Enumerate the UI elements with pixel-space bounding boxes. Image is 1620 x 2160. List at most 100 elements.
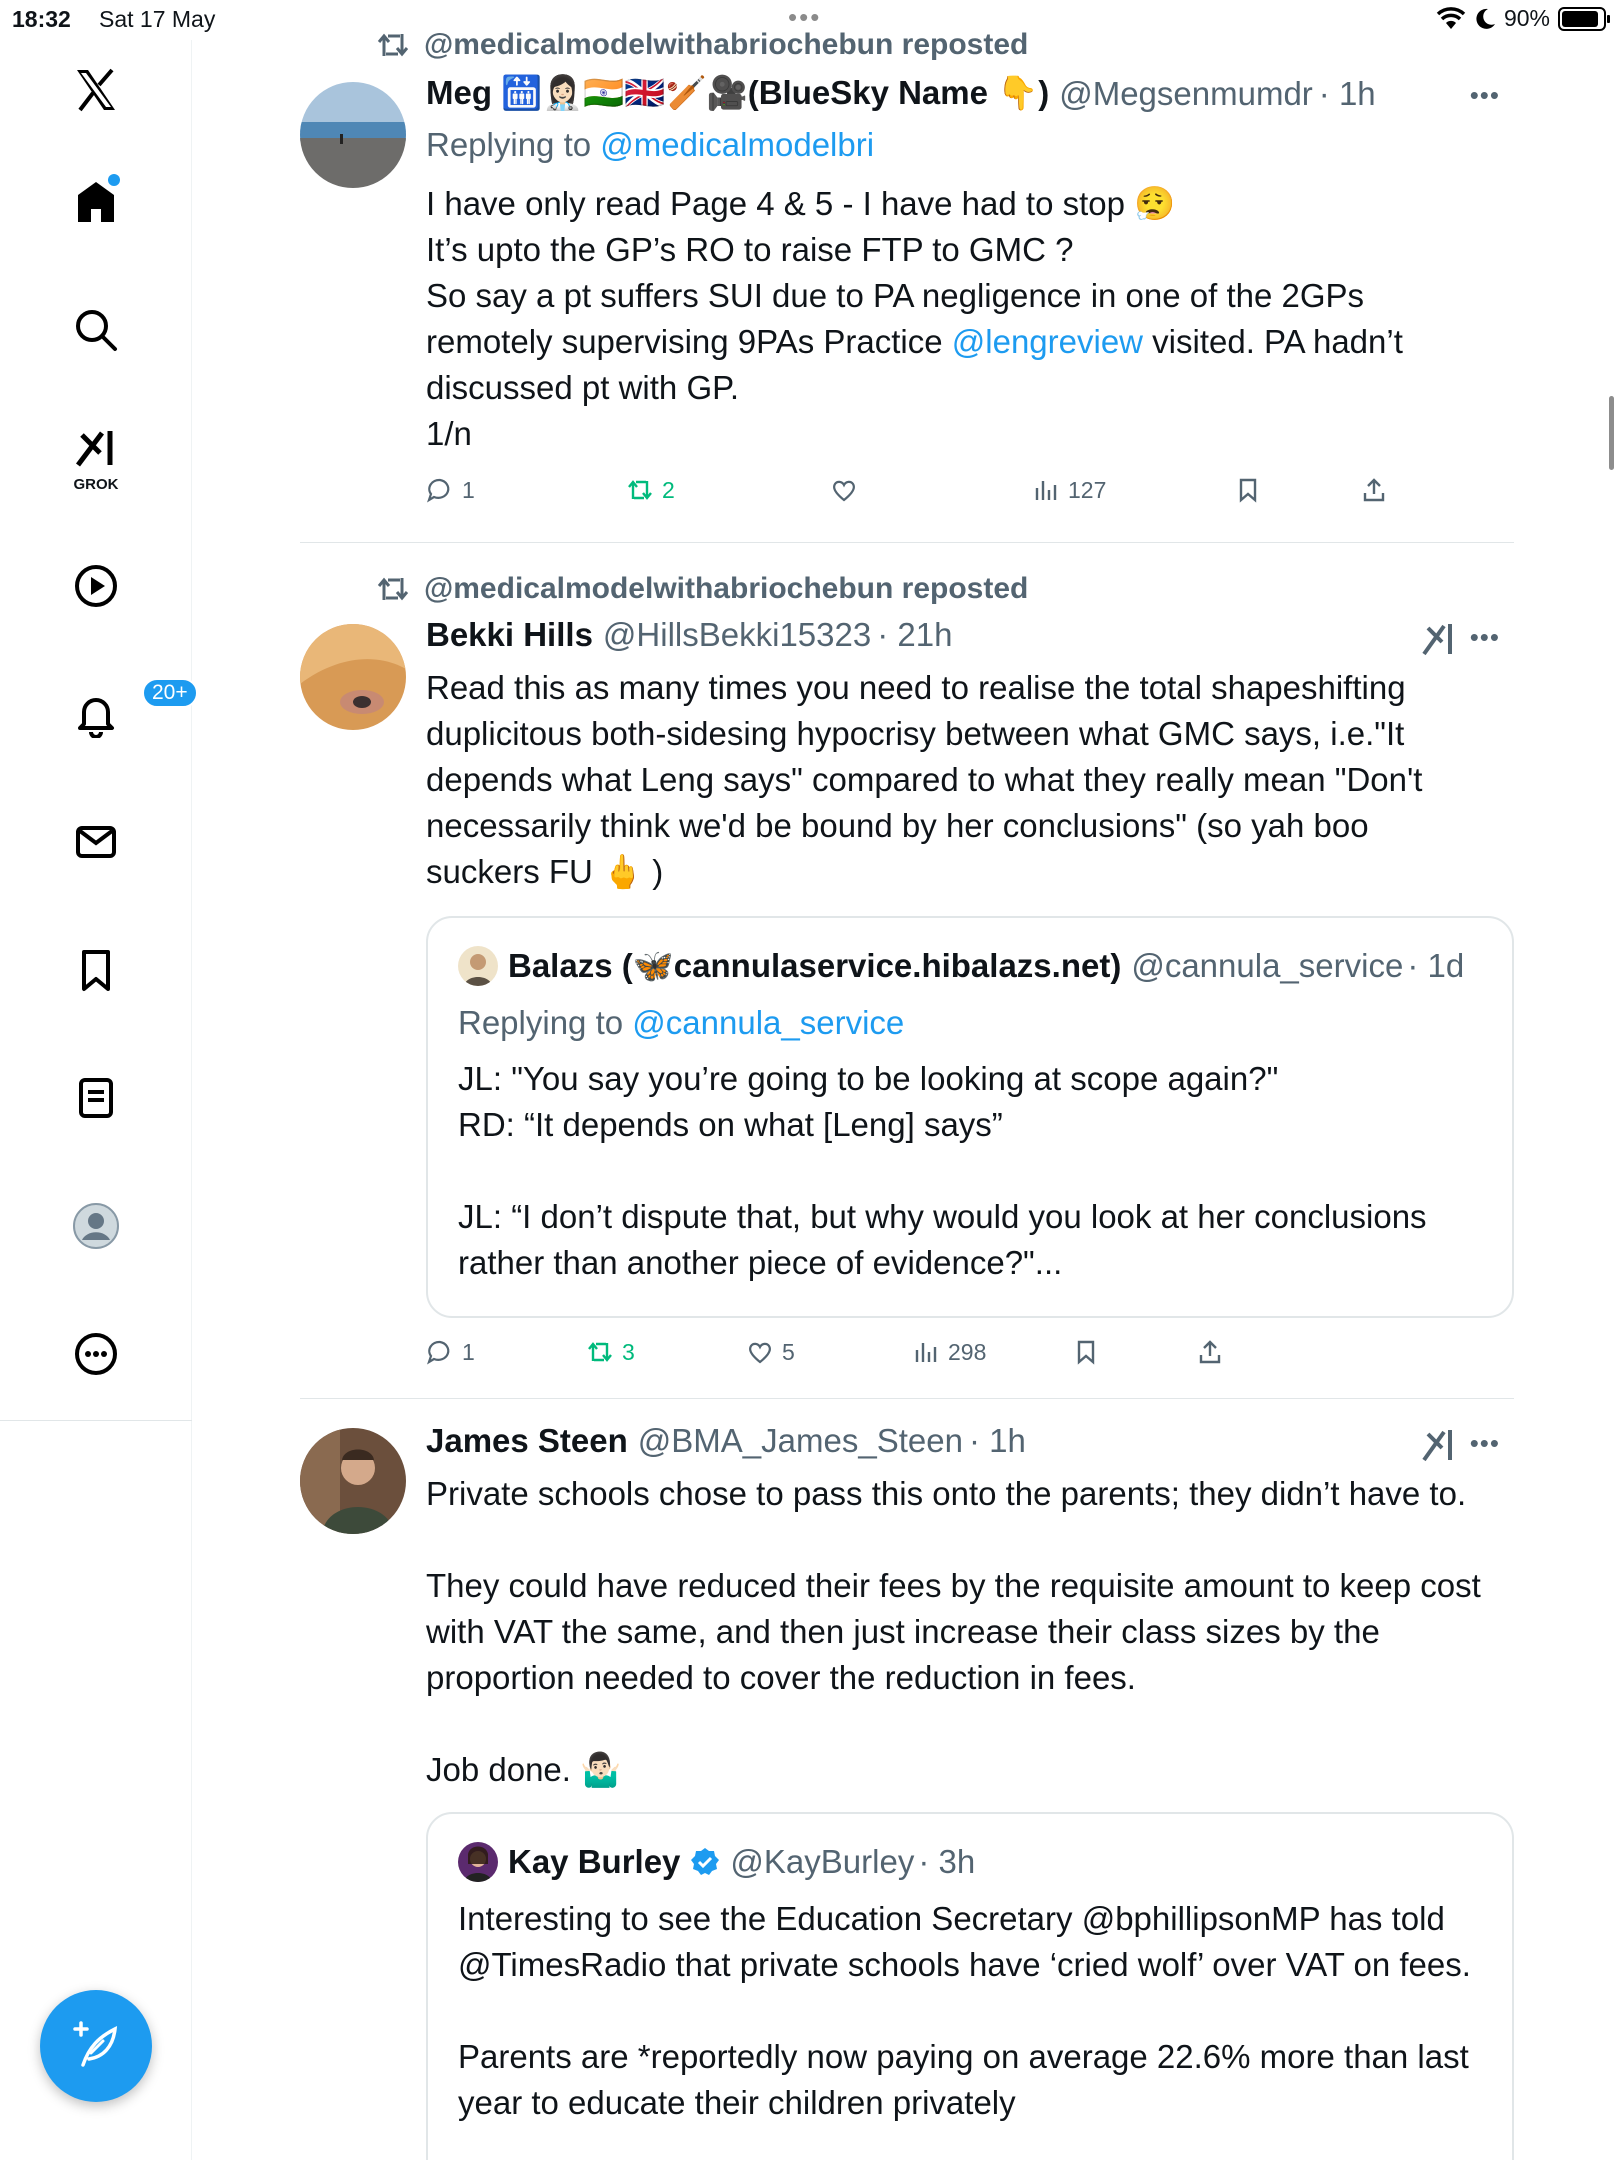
post-time[interactable]: · 1h [969, 1422, 1026, 1460]
quote-header: Balazs (🦋cannulaservice.hibalazs.net) @c… [458, 946, 1464, 986]
reply-icon [427, 1340, 450, 1365]
share-button[interactable] [1360, 476, 1388, 504]
reply-button[interactable]: 1 [426, 476, 475, 504]
profile-icon[interactable] [56, 1186, 136, 1266]
replying-label: Replying to [458, 1004, 624, 1041]
post-text: Read this as many times you need to real… [426, 669, 1423, 890]
quote-text: JL: "You say you’re going to be looking … [458, 1060, 1427, 1281]
post[interactable]: James Steen @BMA_James_Steen · 1h ••• Pr… [300, 1422, 1514, 2160]
grok-label: GROK [73, 476, 119, 493]
bookmark-button[interactable] [1234, 476, 1262, 504]
like-count: 5 [782, 1338, 795, 1365]
feed-scrollbar[interactable] [1609, 396, 1614, 470]
post[interactable]: @medicalmodelwithabriochebun reposted Be… [300, 568, 1514, 1400]
mention-link[interactable]: @lengreview [952, 323, 1143, 360]
views-icon [1035, 481, 1057, 500]
messages-icon[interactable] [56, 802, 136, 882]
grok-icon[interactable]: GROK [56, 418, 136, 498]
share-icon [1199, 1340, 1221, 1364]
repost-button[interactable]: 3 [586, 1338, 635, 1366]
notifications-icon[interactable]: 20+ [56, 674, 198, 754]
bookmark-button[interactable] [1072, 1338, 1100, 1366]
quote-avatar [458, 1842, 498, 1882]
quote-display-name: Kay Burley [508, 1843, 681, 1880]
avatar[interactable] [300, 1428, 406, 1534]
grok-explain-icon[interactable] [1420, 1426, 1458, 1464]
repost-indicator: @medicalmodelwithabriochebun reposted [376, 28, 1028, 62]
display-name[interactable]: Bekki Hills [426, 616, 593, 654]
replying-handle-link[interactable]: @medicalmodelbri [600, 126, 874, 163]
repost-count: 3 [622, 1338, 635, 1365]
sidebar: GROK 20+ [0, 40, 198, 2160]
post-text: Private schools chose to pass this onto … [426, 1475, 1481, 1788]
repost-icon [377, 33, 409, 57]
replying-to: Replying to @medicalmodelbri [426, 126, 874, 164]
reply-button[interactable]: 1 [426, 1338, 475, 1366]
display-name[interactable]: James Steen [426, 1422, 628, 1460]
post-text: I have only read Page 4 & 5 - I have had… [426, 181, 1486, 457]
replying-handle-link[interactable]: @cannula_service [632, 1004, 904, 1041]
quote-handle: @cannula_service [1131, 947, 1404, 984]
bookmarks-icon[interactable] [56, 930, 136, 1010]
notifications-badge: 20+ [142, 678, 198, 708]
quote-text: Interesting to see the Education Secreta… [458, 1900, 1471, 2121]
bookmark-icon [1239, 478, 1257, 503]
repost-count: 2 [662, 476, 675, 503]
avatar[interactable] [300, 624, 406, 730]
quoted-post[interactable]: Kay Burley @KayBurley · 3h Interesting t… [426, 1812, 1514, 2160]
status-time: 18:32 [12, 6, 71, 32]
repost-icon [377, 577, 409, 601]
post-separator [300, 542, 1514, 543]
like-button[interactable]: 5 [746, 1338, 795, 1366]
handle[interactable]: @HillsBekki15323 [603, 616, 871, 654]
repost-icon [628, 480, 652, 500]
views-button[interactable]: 127 [1032, 476, 1106, 504]
heart-icon [749, 1342, 771, 1364]
handle[interactable]: @Megsenmumdr [1059, 75, 1313, 113]
view-count: 298 [948, 1338, 987, 1365]
repost-icon [588, 1342, 612, 1362]
post-header: James Steen @BMA_James_Steen · 1h [426, 1422, 1026, 1460]
post-time[interactable]: · 1h [1319, 75, 1376, 113]
post-separator [300, 1398, 1514, 1399]
display-name[interactable]: Meg 🛗👩🏻‍⚕️🇮🇳🇬🇧🏏🎥(BlueSky Name 👇) [426, 74, 1049, 113]
compose-feather-icon [73, 2021, 118, 2067]
quote-avatar [458, 946, 498, 986]
home-icon[interactable] [56, 162, 136, 242]
views-button[interactable]: 298 [912, 1338, 986, 1366]
lists-icon[interactable] [56, 1058, 136, 1138]
more-options-button[interactable]: ••• [1470, 1428, 1500, 1459]
quote-header: Kay Burley @KayBurley · 3h [458, 1842, 975, 1882]
heart-icon [833, 480, 855, 502]
more-options-button[interactable]: ••• [1470, 80, 1500, 111]
verified-badge-icon [691, 1848, 720, 1875]
replying-label: Replying to [426, 126, 592, 163]
post-time[interactable]: · 21h [877, 616, 952, 654]
share-button[interactable] [1196, 1338, 1224, 1366]
grok-explain-icon[interactable] [1420, 620, 1458, 658]
quote-replying-to: Replying to @cannula_service [458, 1004, 904, 1042]
like-button[interactable] [830, 476, 866, 504]
more-options-icon[interactable] [56, 1314, 136, 1394]
repost-by-label: @medicalmodelwithabriochebun reposted [424, 572, 1029, 605]
post[interactable]: @medicalmodelwithabriochebun reposted Me… [300, 24, 1514, 544]
quote-time: · 3h [918, 1843, 976, 1880]
bookmark-icon [1077, 1340, 1095, 1365]
status-date: Sat 17 May [99, 6, 216, 32]
x-logo-icon[interactable] [56, 50, 136, 130]
more-options-button[interactable]: ••• [1470, 622, 1500, 653]
battery-icon [1558, 6, 1610, 31]
handle[interactable]: @BMA_James_Steen [638, 1422, 963, 1460]
quoted-post[interactable]: Balazs (🦋cannulaservice.hibalazs.net) @c… [426, 916, 1514, 1318]
quote-display-name: Balazs (🦋cannulaservice.hibalazs.net) [508, 946, 1122, 984]
search-icon[interactable] [56, 290, 136, 370]
avatar[interactable] [300, 82, 406, 188]
view-count: 127 [1068, 476, 1107, 503]
sidebar-divider [0, 1420, 192, 1421]
home-unread-dot [108, 174, 120, 186]
reply-count: 1 [462, 1338, 475, 1365]
video-icon[interactable] [56, 546, 136, 626]
quote-handle: @KayBurley [730, 1843, 915, 1880]
compose-post-button[interactable] [40, 1990, 152, 2102]
repost-button[interactable]: 2 [626, 476, 675, 504]
